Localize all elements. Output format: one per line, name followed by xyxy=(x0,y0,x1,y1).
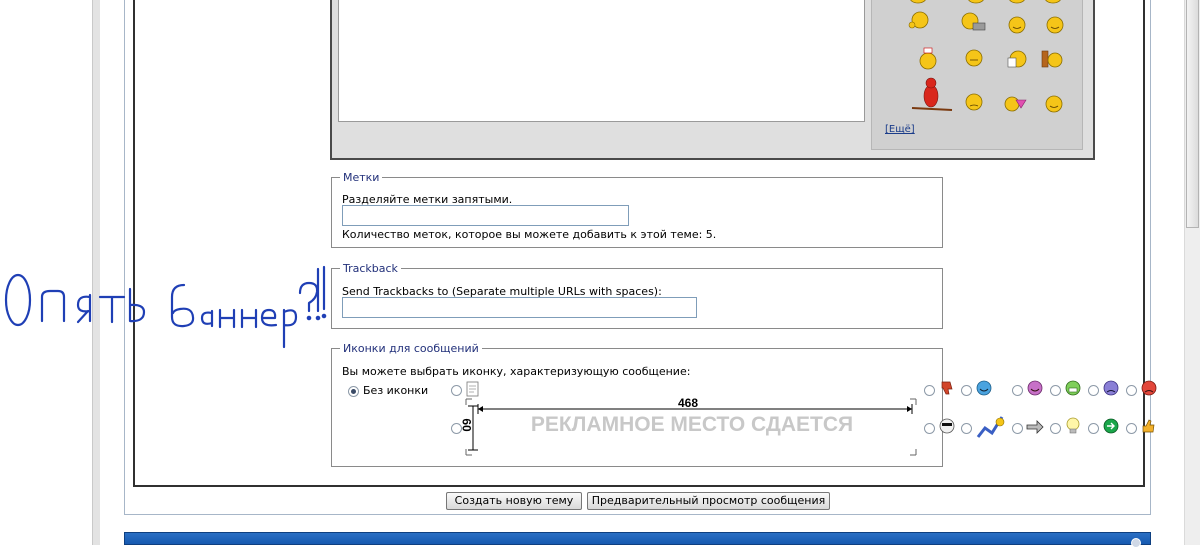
icon-radio[interactable] xyxy=(1088,423,1099,434)
no-icon-label: Без иконки xyxy=(363,384,429,397)
smilie-parrot-icon[interactable] xyxy=(911,77,953,111)
smilie-grin-icon[interactable] xyxy=(965,49,983,67)
smilies-grid xyxy=(908,0,1064,113)
trackback-legend: Trackback xyxy=(340,262,401,275)
banner-height-label: 60 xyxy=(459,418,474,432)
smilie-icon[interactable] xyxy=(910,0,926,4)
smilie-icon[interactable] xyxy=(1045,0,1061,4)
document-icon xyxy=(466,381,479,397)
lightbulb-icon xyxy=(1066,417,1080,434)
thumbs-down-icon xyxy=(941,381,953,395)
scrollbar-thumb[interactable] xyxy=(1186,0,1199,228)
sunglasses-icon xyxy=(939,418,955,434)
icon-radio[interactable] xyxy=(924,385,935,396)
sad-icon xyxy=(1103,380,1119,396)
message-icons-hint: Вы можете выбрать иконку, характеризующу… xyxy=(342,365,691,378)
banner-width-label: 468 xyxy=(678,396,699,410)
message-icons-legend: Иконки для сообщений xyxy=(340,342,482,355)
icon-radio[interactable] xyxy=(961,423,972,434)
smilie-annoyed-icon[interactable] xyxy=(965,93,983,111)
icon-radio[interactable] xyxy=(1088,385,1099,396)
icon-radio[interactable] xyxy=(1050,423,1061,434)
icon-radio[interactable] xyxy=(451,385,462,396)
smilie-smile-icon[interactable] xyxy=(1008,16,1026,34)
message-textarea[interactable] xyxy=(338,0,865,122)
bottom-blue-bar xyxy=(124,532,1151,545)
grin-icon xyxy=(1027,380,1043,396)
smilie-computer-icon[interactable] xyxy=(961,12,986,31)
green-arrow-icon xyxy=(1103,418,1119,434)
icon-radio[interactable] xyxy=(1126,423,1137,434)
tags-input[interactable] xyxy=(342,205,629,226)
handwritten-annotation xyxy=(4,265,327,349)
cool-smile-icon xyxy=(976,380,992,396)
tags-legend: Метки xyxy=(340,171,383,184)
smilie-love-letter-icon[interactable] xyxy=(1004,96,1027,112)
smilie-nurse-icon[interactable] xyxy=(919,47,937,70)
icon-radio[interactable] xyxy=(1126,385,1137,396)
icon-radio[interactable] xyxy=(1012,423,1023,434)
smilie-happy-icon[interactable] xyxy=(1045,95,1063,113)
icon-radio[interactable] xyxy=(961,385,972,396)
icon-radio[interactable] xyxy=(1050,385,1061,396)
teeth-grin-icon xyxy=(1065,380,1081,396)
no-icon-radio[interactable] xyxy=(348,386,359,397)
smilie-reading-icon[interactable] xyxy=(1007,50,1027,68)
angry-icon xyxy=(1141,380,1157,396)
trackback-input[interactable] xyxy=(342,297,697,318)
preview-button[interactable]: Предварительный просмотр сообщения xyxy=(587,492,830,510)
smilie-wink-icon[interactable] xyxy=(1046,16,1064,34)
arrow-right-icon xyxy=(1026,420,1044,434)
smilie-icon[interactable] xyxy=(1009,0,1025,4)
more-smilies-link[interactable]: [Ещё] xyxy=(885,124,915,135)
icon-radio[interactable] xyxy=(1012,385,1023,396)
banner-text: РЕКЛАМНОЕ МЕСТО СДАЕТСЯ xyxy=(530,413,854,436)
tags-count-text: Количество меток, которое вы можете доба… xyxy=(342,228,717,241)
icon-radio[interactable] xyxy=(924,423,935,434)
chart-smilie-icon xyxy=(976,416,1005,438)
smilie-waving-icon[interactable] xyxy=(908,11,929,29)
smilie-icon[interactable] xyxy=(968,0,984,4)
smilie-wall-icon[interactable] xyxy=(1041,50,1063,68)
collapse-icon[interactable] xyxy=(1131,538,1141,548)
create-topic-button[interactable]: Создать новую тему xyxy=(446,492,582,510)
thumbs-up-icon xyxy=(1142,419,1155,433)
